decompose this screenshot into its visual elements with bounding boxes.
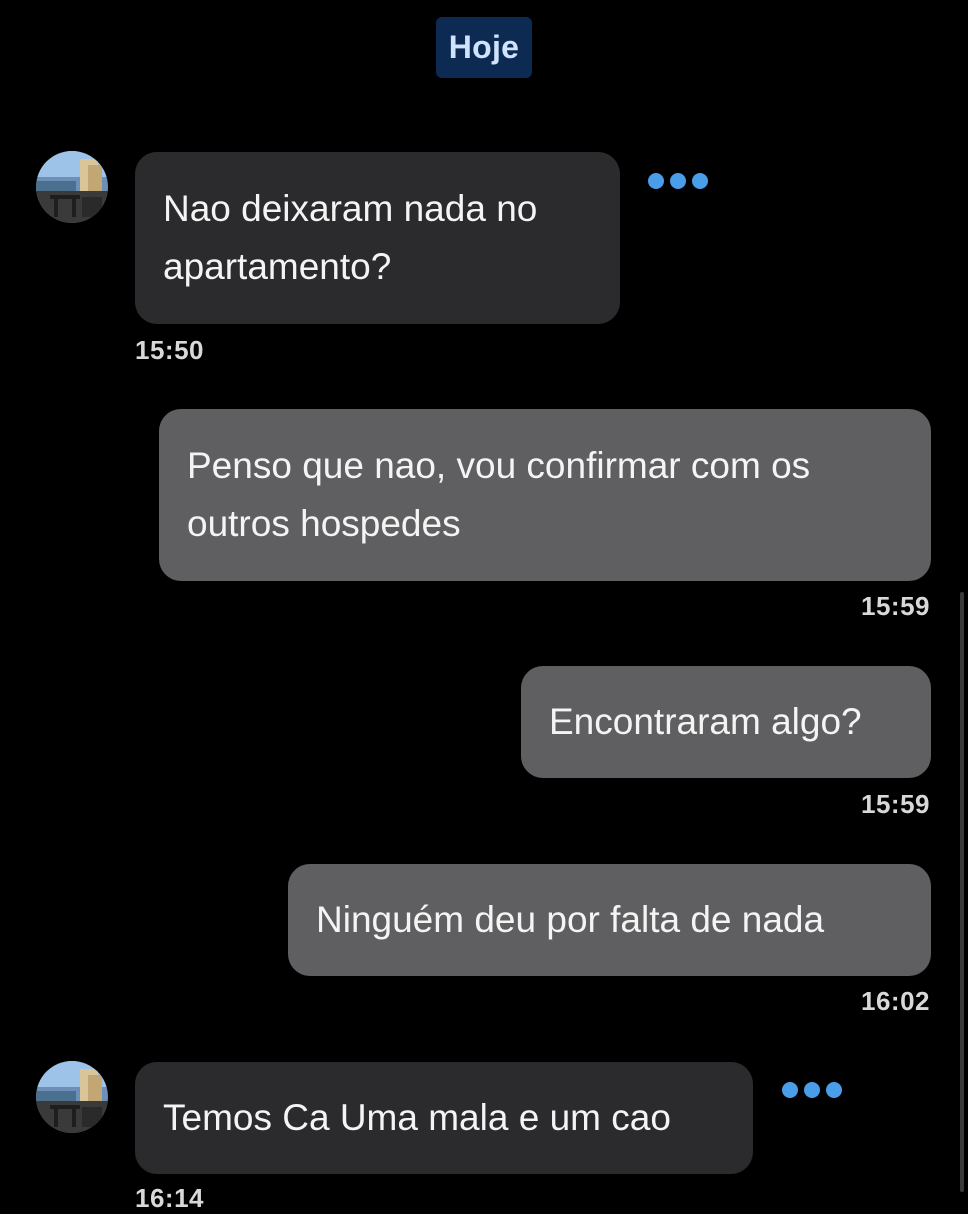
message-bubble-incoming[interactable]: Temos Ca Uma mala e um cao	[135, 1062, 753, 1174]
message-text-line: Nao deixaram nada no	[163, 188, 538, 229]
message-timestamp: 15:59	[861, 789, 930, 819]
more-options-icon[interactable]	[782, 1082, 842, 1098]
message-timestamp: 15:59	[861, 591, 930, 621]
message-text-line: outros hospedes	[187, 503, 461, 544]
contact-avatar[interactable]	[36, 151, 108, 223]
more-options-icon[interactable]	[648, 173, 708, 189]
message-text-line: Ninguém deu por falta de nada	[316, 899, 825, 940]
message-text-line: Temos Ca Uma mala e um cao	[163, 1097, 671, 1138]
avatar-photo	[36, 151, 108, 223]
message-bubble-outgoing[interactable]: Ninguém deu por falta de nada	[288, 864, 931, 976]
message-bubble-incoming[interactable]: Nao deixaram nada no apartamento?	[135, 152, 620, 324]
message-text-line: apartamento?	[163, 246, 392, 287]
contact-avatar[interactable]	[36, 1061, 108, 1133]
avatar-photo	[36, 1061, 108, 1133]
message-text-line: Penso que nao, vou confirmar com os	[187, 445, 811, 486]
date-separator: Hoje	[436, 17, 532, 78]
message-timestamp: 15:50	[135, 335, 204, 365]
message-bubble-outgoing[interactable]: Encontraram algo?	[521, 666, 931, 778]
scrollbar[interactable]	[960, 592, 964, 1192]
message-timestamp: 16:02	[861, 986, 930, 1016]
message-text-line: Encontraram algo?	[549, 701, 862, 742]
message-timestamp: 16:14	[135, 1183, 204, 1213]
message-bubble-outgoing[interactable]: Penso que nao, vou confirmar com os outr…	[159, 409, 931, 581]
